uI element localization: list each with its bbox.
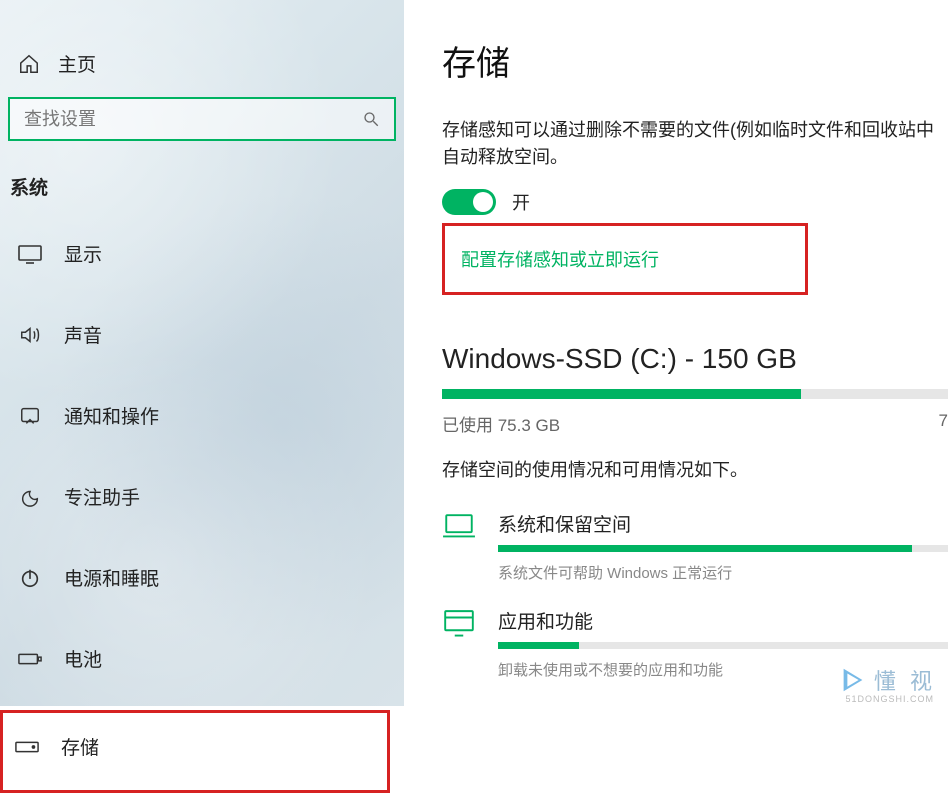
drive-usage-bar [442,389,948,399]
notification-icon [18,405,42,427]
category-bar [498,545,948,552]
storage-icon [15,736,39,758]
sidebar-section-title: 系统 [0,161,404,224]
sound-icon [18,324,42,346]
apps-icon [442,609,476,639]
drive-breakdown-description: 存储空间的使用情况和可用情况如下。 [442,456,948,482]
laptop-icon [442,512,476,540]
drive-title: Windows-SSD (C:) - 150 GB [442,343,948,375]
sidebar-item-power[interactable]: 电源和睡眠 [0,548,404,607]
storage-sense-toggle[interactable] [442,189,496,215]
page-title: 存储 [442,36,948,85]
sidebar-item-label: 电源和睡眠 [64,564,159,591]
drive-used-label: 已使用 75.3 GB [442,411,560,436]
watermark: 懂 视 [838,664,936,696]
sidebar-item-battery[interactable]: 电池 [0,629,404,688]
toggle-label: 开 [512,189,530,215]
sidebar-item-storage[interactable]: 存储 [0,710,390,793]
sidebar-item-label: 电池 [64,645,102,672]
search-input[interactable] [24,109,362,130]
display-icon [18,243,42,265]
drive-right-label: 7 [939,411,948,436]
storage-sense-toggle-row: 开 [442,189,948,215]
home-icon [18,53,40,75]
search-icon [362,110,380,128]
sidebar-item-label: 存储 [61,733,99,760]
sidebar-item-sound[interactable]: 声音 [0,305,404,364]
category-title: 应用和功能 [498,607,948,634]
category-subtitle: 系统文件可帮助 Windows 正常运行 [498,562,948,583]
sidebar-item-notifications[interactable]: 通知和操作 [0,386,404,445]
sidebar-item-focus[interactable]: 专注助手 [0,467,404,526]
home-label: 主页 [58,50,96,77]
focus-icon [18,486,42,508]
category-bar [498,642,948,649]
sidebar-home[interactable]: 主页 [0,42,404,97]
drive-usage-labels: 已使用 75.3 GB 7 [442,411,948,436]
category-title: 系统和保留空间 [498,510,948,537]
power-icon [18,567,42,589]
sidebar-item-display[interactable]: 显示 [0,224,404,283]
watermark-logo-icon [838,665,868,695]
sidebar-item-label: 声音 [64,321,102,348]
search-box[interactable] [8,97,396,141]
sidebar: 主页 系统 显示 声音 通知和操作 专注助手 电源和睡眠 电池 存储 [0,0,404,706]
sidebar-item-label: 显示 [64,240,102,267]
main-content: 存储 存储感知可以通过删除不需要的文件(例如临时文件和回收站中自动释放空间。 开… [404,0,948,706]
sidebar-item-label: 专注助手 [64,483,140,510]
watermark-subtext: 51DONGSHI.COM [845,694,934,704]
storage-sense-description: 存储感知可以通过删除不需要的文件(例如临时文件和回收站中自动释放空间。 [442,117,948,171]
configure-storage-sense-link[interactable]: 配置存储感知或立即运行 [461,250,659,270]
category-system[interactable]: 系统和保留空间 系统文件可帮助 Windows 正常运行 [442,510,948,583]
battery-icon [18,648,42,670]
sidebar-item-label: 通知和操作 [64,402,159,429]
config-link-highlight-box: 配置存储感知或立即运行 [442,223,808,295]
watermark-text: 懂 视 [874,664,936,696]
